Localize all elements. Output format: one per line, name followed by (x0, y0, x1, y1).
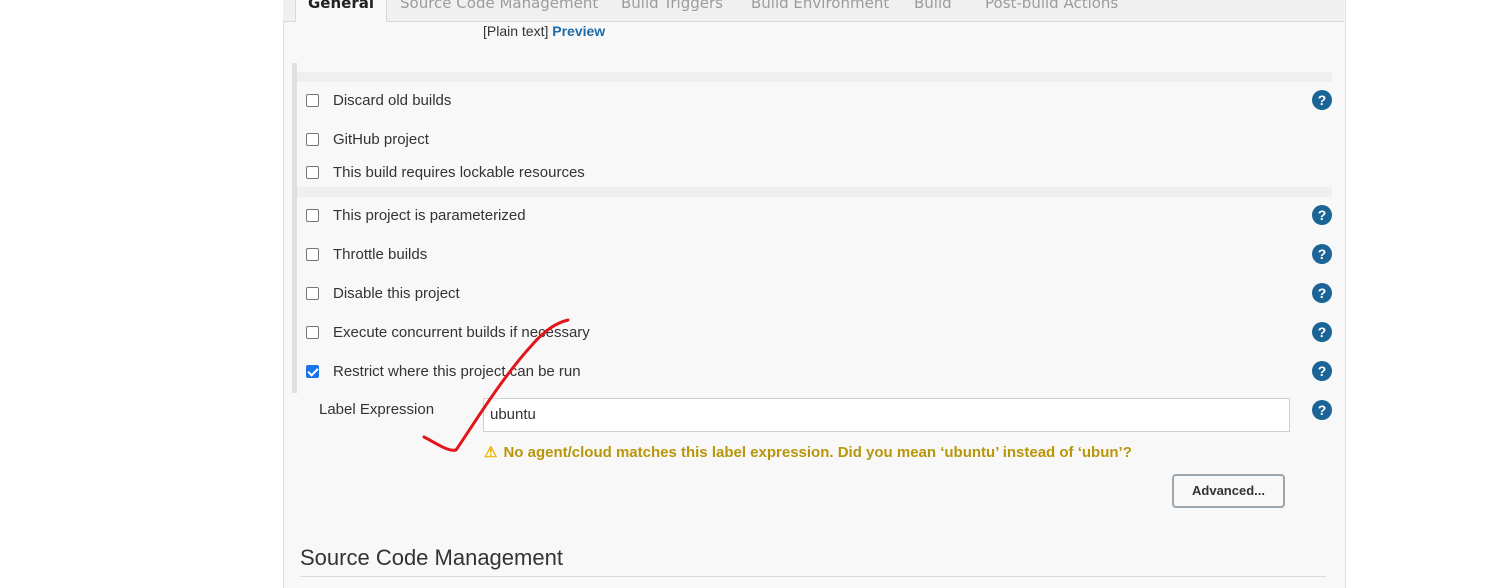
warning-icon: ⚠ (484, 444, 498, 461)
option-label: GitHub project (333, 130, 429, 148)
option-label: Throttle builds (333, 245, 428, 263)
option-label: This project is parameterized (333, 206, 526, 224)
config-tabbar: General Source Code Management Build Tri… (283, 0, 1344, 22)
description-format: [Plain text] Preview (483, 23, 605, 39)
preview-link[interactable]: Preview (552, 23, 605, 39)
label-expression-input[interactable]: ubuntu (483, 398, 1290, 432)
checkbox-restrict-where-run[interactable] (306, 364, 319, 378)
tab-post-build-actions[interactable]: Post-build Actions (985, 0, 1118, 21)
help-icon[interactable]: ? (1312, 244, 1332, 264)
help-icon[interactable]: ? (1312, 90, 1332, 110)
label-expression-label: Label Expression (319, 401, 435, 418)
divider-stripe (297, 72, 1332, 82)
section-title-source-code-management: Source Code Management (300, 545, 563, 570)
plain-text-label: [Plain text] (483, 23, 549, 39)
option-discard-old-builds[interactable]: Discard old builds (306, 90, 451, 110)
section-divider (300, 576, 1326, 577)
section-indicator (292, 63, 297, 393)
help-icon[interactable]: ? (1312, 205, 1332, 225)
option-parameterized[interactable]: This project is parameterized (306, 205, 526, 225)
option-concurrent-builds[interactable]: Execute concurrent builds if necessary (306, 322, 590, 342)
help-icon[interactable]: ? (1312, 283, 1332, 303)
help-icon[interactable]: ? (1312, 361, 1332, 381)
option-label: Discard old builds (333, 91, 452, 109)
checkbox-parameterized[interactable] (306, 208, 319, 222)
checkbox-concurrent-builds[interactable] (306, 325, 319, 339)
option-restrict-where-run[interactable]: Restrict where this project can be run (306, 361, 581, 381)
checkbox-lockable-resources[interactable] (306, 165, 319, 179)
label-expression-warning: ⚠ No agent/cloud matches this label expre… (484, 443, 1132, 461)
tab-general[interactable]: General (295, 0, 387, 22)
tab-build-environment[interactable]: Build Environment (751, 0, 889, 21)
option-throttle-builds[interactable]: Throttle builds (306, 244, 427, 264)
help-icon[interactable]: ? (1312, 400, 1332, 420)
checkbox-throttle-builds[interactable] (306, 247, 319, 261)
option-label: Restrict where this project can be run (333, 362, 581, 380)
option-label: Disable this project (333, 284, 460, 302)
checkbox-disable-project[interactable] (306, 286, 319, 300)
option-label: Execute concurrent builds if necessary (333, 323, 590, 341)
warning-text: No agent/cloud matches this label expres… (503, 444, 1132, 461)
option-github-project[interactable]: GitHub project (306, 129, 429, 149)
checkbox-github-project[interactable] (306, 132, 319, 146)
tab-source-code-management[interactable]: Source Code Management (400, 0, 598, 21)
tab-build-triggers[interactable]: Build Triggers (621, 0, 723, 21)
option-label: This build requires lockable resources (333, 163, 585, 181)
option-lockable-resources[interactable]: This build requires lockable resources (306, 162, 585, 182)
help-icon[interactable]: ? (1312, 322, 1332, 342)
tab-build[interactable]: Build (914, 0, 952, 21)
divider-stripe (297, 187, 1332, 197)
option-disable-project[interactable]: Disable this project (306, 283, 460, 303)
checkbox-discard-old-builds[interactable] (306, 93, 319, 107)
advanced-button[interactable]: Advanced... (1172, 474, 1285, 508)
